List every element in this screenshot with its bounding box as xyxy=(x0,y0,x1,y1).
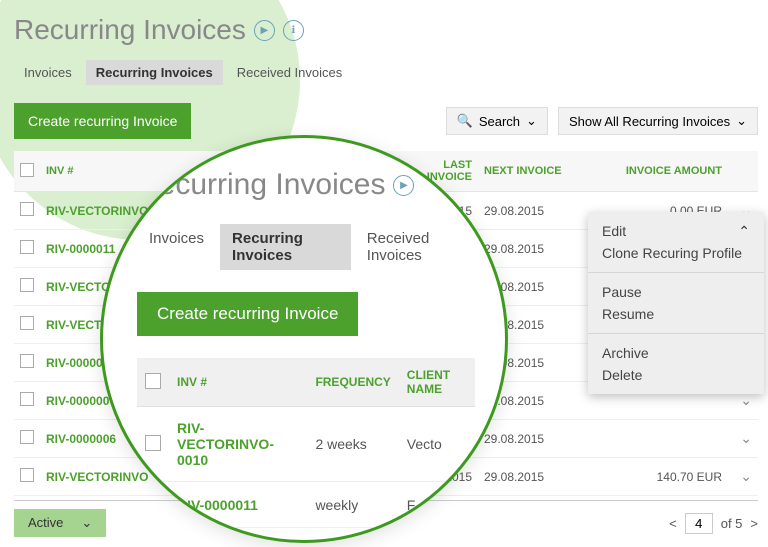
pager: < of 5 > xyxy=(669,513,758,534)
chevron-down-icon: ⌄ xyxy=(736,113,747,129)
pager-next[interactable]: > xyxy=(750,516,758,531)
chevron-down-icon[interactable]: ⌄ xyxy=(740,392,752,408)
select-all-checkbox[interactable] xyxy=(20,163,34,177)
cell-amount: 140.70 EUR xyxy=(588,458,728,496)
menu-clone[interactable]: Clone Recuring Profile xyxy=(602,242,750,264)
row-checkbox[interactable] xyxy=(20,278,34,292)
create-recurring-invoice-button[interactable]: Create recurring Invoice xyxy=(14,103,191,139)
cell-next: 29.08.2015 xyxy=(478,420,588,458)
row-context-menu: Edit ⌃ Clone Recuring Profile Pause Resu… xyxy=(588,212,764,394)
tab-received-invoices[interactable]: Received Invoices xyxy=(355,224,475,270)
row-checkbox[interactable] xyxy=(145,435,161,451)
pager-current-input[interactable] xyxy=(685,513,713,534)
chevron-up-icon: ⌃ xyxy=(738,223,750,240)
cell-next: 29.08.2015 xyxy=(478,192,588,230)
pager-total: of 5 xyxy=(721,516,743,531)
page-title: Recurring Invoices ▶ ℹ xyxy=(14,14,758,46)
show-all-button[interactable]: Show All Recurring Invoices ⌄ xyxy=(558,107,758,135)
status-label: Active xyxy=(28,515,63,531)
row-checkbox[interactable] xyxy=(20,392,34,406)
table-row[interactable]: RIV-VECTORINVO-00102 weeksVecto xyxy=(137,407,475,482)
tab-recurring-invoices[interactable]: Recurring Invoices xyxy=(86,60,223,85)
pager-prev[interactable]: < xyxy=(669,516,677,531)
chevron-down-icon: ⌄ xyxy=(81,515,92,531)
row-checkbox[interactable] xyxy=(20,240,34,254)
col-next[interactable]: NEXT INVOICE xyxy=(478,151,588,192)
status-dropdown[interactable]: Active ⌄ xyxy=(14,509,106,537)
tab-recurring-invoices[interactable]: Recurring Invoices xyxy=(220,224,351,270)
search-icon: 🔍 xyxy=(457,113,473,129)
cell-frequency: 2 weeks xyxy=(307,407,398,482)
zoom-lens: Recurring Invoices ▶ Invoices Recurring … xyxy=(100,135,508,543)
cell-next: 29.08.2015 xyxy=(478,458,588,496)
col-amount[interactable]: INVOICE AMOUNT xyxy=(588,151,728,192)
chevron-down-icon[interactable]: ⌄ xyxy=(740,430,752,446)
select-all-checkbox[interactable] xyxy=(145,373,161,389)
tab-received-invoices[interactable]: Received Invoices xyxy=(227,60,353,85)
row-checkbox[interactable] xyxy=(20,316,34,330)
cell-frequency: weekly xyxy=(307,482,398,528)
col-inv[interactable]: INV # xyxy=(169,358,307,407)
tab-invoices[interactable]: Invoices xyxy=(14,60,82,85)
create-recurring-invoice-button[interactable]: Create recurring Invoice xyxy=(137,292,358,336)
menu-resume[interactable]: Resume xyxy=(602,303,750,325)
menu-pause[interactable]: Pause xyxy=(602,281,750,303)
row-checkbox[interactable] xyxy=(20,430,34,444)
row-checkbox[interactable] xyxy=(20,468,34,482)
chevron-down-icon[interactable]: ⌄ xyxy=(740,468,752,484)
video-icon[interactable]: ▶ xyxy=(254,20,275,41)
zoom-tabs: Invoices Recurring Invoices Received Inv… xyxy=(137,224,475,270)
cell-amount xyxy=(588,420,728,458)
show-all-label: Show All Recurring Invoices xyxy=(569,114,730,129)
search-button[interactable]: 🔍 Search ⌄ xyxy=(446,107,548,135)
cell-inv[interactable]: RIV-VECTORINVO-0010 xyxy=(169,407,307,482)
col-client[interactable]: CLIENT NAME xyxy=(399,358,475,407)
row-checkbox[interactable] xyxy=(20,354,34,368)
tabs: Invoices Recurring Invoices Received Inv… xyxy=(14,60,758,85)
menu-archive[interactable]: Archive xyxy=(602,342,750,364)
col-frequency[interactable]: FREQUENCY xyxy=(307,358,398,407)
row-checkbox[interactable] xyxy=(20,202,34,216)
menu-delete[interactable]: Delete xyxy=(602,364,750,386)
cell-next: 29.08.2015 xyxy=(478,230,588,268)
search-label: Search xyxy=(479,114,520,129)
page-title-text: Recurring Invoices xyxy=(14,14,246,46)
chevron-down-icon: ⌄ xyxy=(526,113,537,129)
tab-invoices[interactable]: Invoices xyxy=(137,224,216,270)
menu-edit[interactable]: Edit ⌃ xyxy=(602,220,750,242)
info-icon[interactable]: ℹ xyxy=(283,20,304,41)
video-icon[interactable]: ▶ xyxy=(393,175,414,196)
